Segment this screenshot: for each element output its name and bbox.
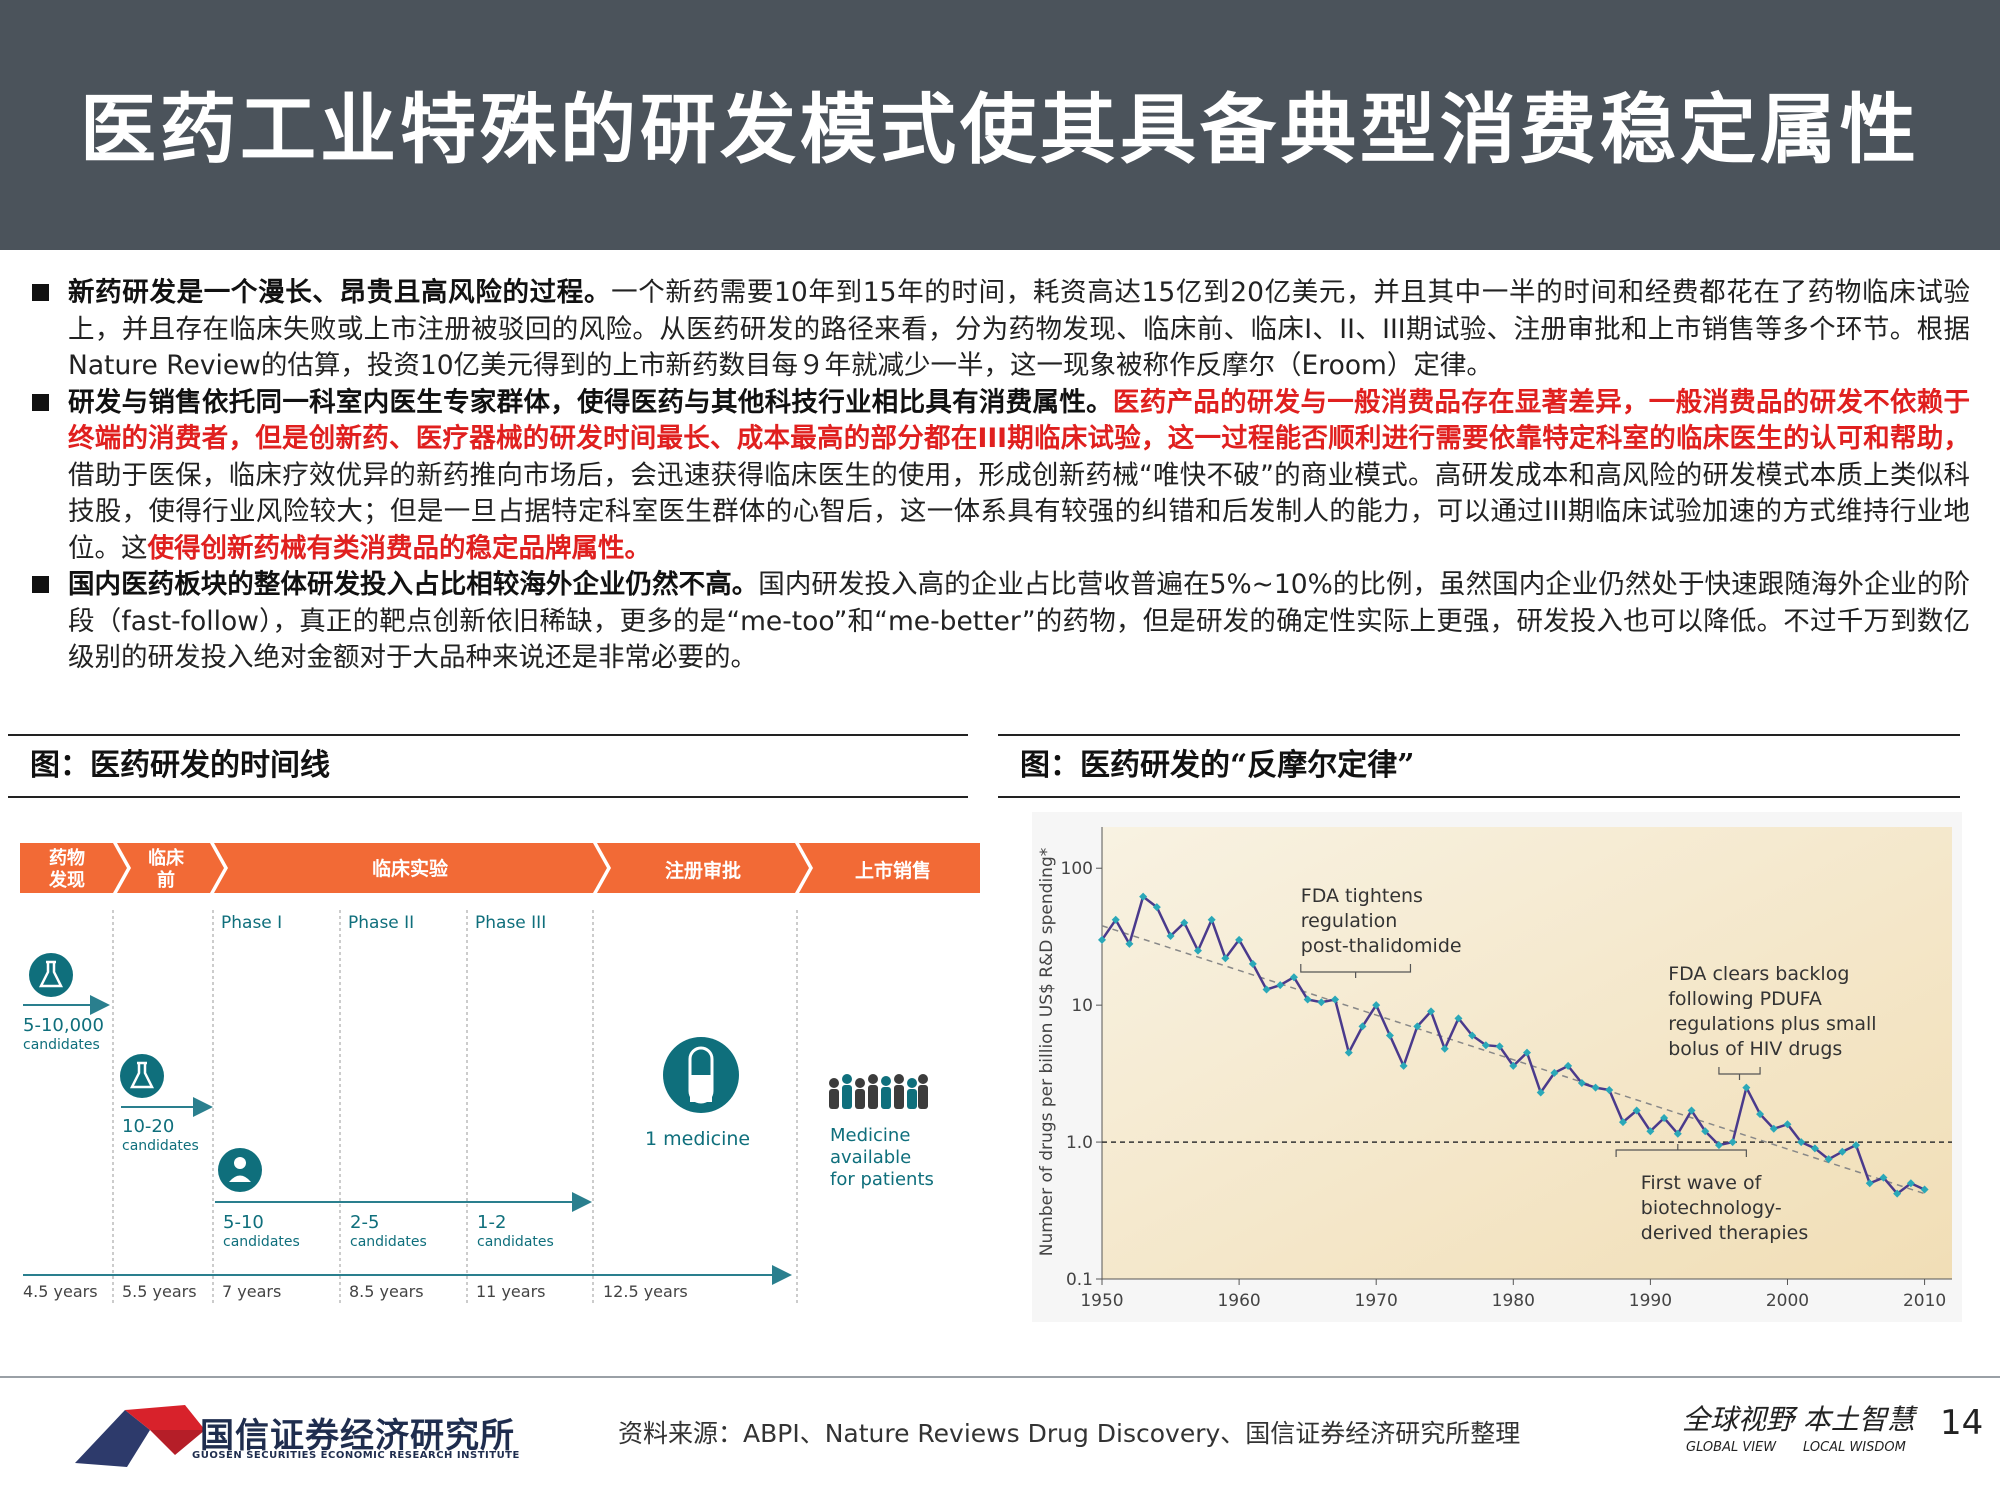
y-tick-label: 100 — [1061, 859, 1093, 879]
bullet-list: 新药研发是一个漫长、昂贵且高风险的过程。一个新药需要10年到15年的时间，耗资高… — [30, 275, 1970, 677]
figure-caption-right: 图：医药研发的“反摩尔定律” — [998, 734, 1960, 798]
bullet-square-icon — [32, 284, 49, 301]
page-number: 14 — [1940, 1403, 1984, 1443]
x-tick-label: 1950 — [1080, 1291, 1123, 1311]
patients-label: for patients — [830, 1169, 934, 1190]
bullet-item: 国内医药板块的整体研发投入占比相较海外企业仍然不高。国内研发投入高的企业占比营收… — [30, 567, 1970, 677]
caption-text: 图：医药研发的“反摩尔定律” — [1020, 748, 1415, 783]
x-tick-label: 1990 — [1629, 1291, 1672, 1311]
phase-label: Phase III — [475, 913, 546, 933]
capsule-icon — [663, 1037, 739, 1113]
count-number: 5-10 — [223, 1212, 264, 1233]
x-tick-label: 2010 — [1903, 1291, 1946, 1311]
bullet-square-icon — [32, 393, 49, 411]
bullet-lead: 研发与销售依托同一科室内医生专家群体，使得医药与其他科技行业相比具有消费属性。 — [68, 386, 1113, 418]
count-unit: candidates — [122, 1138, 199, 1154]
phase-label: Phase II — [348, 913, 414, 933]
annotation-text: First wave of — [1641, 1172, 1763, 1194]
stage-label: 注册审批 — [665, 859, 741, 882]
patients-label: Medicine — [830, 1125, 910, 1146]
x-tick-label: 1960 — [1217, 1291, 1260, 1311]
phase-label: Phase I — [221, 913, 282, 933]
annotation-text: post-thalidomide — [1301, 935, 1462, 957]
bullet-item: 新药研发是一个漫长、昂贵且高风险的过程。一个新药需要10年到15年的时间，耗资高… — [30, 275, 1970, 385]
annotation-text: following PDUFA — [1668, 988, 1822, 1010]
bullet-item: 研发与销售依托同一科室内医生专家群体，使得医药与其他科技行业相比具有消费属性。医… — [30, 385, 1970, 568]
person-icon — [218, 1148, 262, 1192]
footer-divider — [0, 1376, 2000, 1378]
patients-group-icon — [829, 1074, 928, 1109]
flask-icon — [29, 953, 73, 997]
slogan-en-local: LOCAL WISDOM — [1803, 1440, 1906, 1455]
annotation-text: biotechnology- — [1641, 1197, 1782, 1219]
annotation-text: FDA clears backlog — [1668, 963, 1849, 985]
y-axis-label: Number of drugs per billion US$ R&D spen… — [1037, 848, 1057, 1256]
year-label: 5.5 years — [122, 1282, 197, 1301]
count-unit: candidates — [223, 1234, 300, 1250]
source-note: 资料来源：ABPI、Nature Reviews Drug Discovery、… — [618, 1419, 1521, 1448]
count-unit: candidates — [477, 1234, 554, 1250]
year-label: 11 years — [476, 1282, 545, 1301]
stage-label: 药物 — [49, 847, 85, 869]
annotation-text: regulation — [1301, 910, 1398, 932]
slogan-cn: 全球视野 本土智慧 — [1682, 1403, 1915, 1436]
medicine-label: 1 medicine — [645, 1128, 750, 1150]
annotation-text: bolus of HIV drugs — [1668, 1038, 1842, 1060]
eroom-law-chart: 1950 1960 1970 1980 1990 2000 20100.11.010100 … — [1032, 812, 1962, 1322]
year-label: 4.5 years — [23, 1282, 98, 1301]
slogan-en-global: GLOBAL VIEW — [1686, 1440, 1777, 1455]
x-tick-label: 1970 — [1355, 1291, 1398, 1311]
y-tick-label: 0.1 — [1066, 1270, 1093, 1290]
x-tick-label: 1980 — [1492, 1291, 1535, 1311]
figure-caption-left: 图：医药研发的时间线 — [8, 734, 968, 798]
stage-label: 前 — [157, 869, 175, 891]
flask-icon — [120, 1054, 164, 1098]
annotation-text: FDA tightens — [1301, 885, 1423, 907]
year-label: 12.5 years — [603, 1282, 688, 1301]
bullet-lead: 新药研发是一个漫长、昂贵且高风险的过程。 — [68, 277, 612, 308]
year-label: 8.5 years — [349, 1282, 424, 1301]
count-number: 5-10,000 — [23, 1015, 104, 1036]
annotation-text: derived therapies — [1641, 1222, 1808, 1244]
stage-bar: 药物 发现 临床 前 临床实验 注册审批 上市销售 — [20, 843, 980, 893]
stage-label: 临床实验 — [372, 857, 449, 880]
stage-label: 发现 — [48, 869, 85, 891]
count-number: 2-5 — [350, 1212, 379, 1233]
bullet-square-icon — [32, 576, 49, 593]
caption-text: 图：医药研发的时间线 — [30, 748, 330, 783]
count-unit: candidates — [350, 1234, 427, 1250]
rd-timeline-figure: 药物 发现 临床 前 临床实验 注册审批 上市销售 Phase I Phase … — [20, 843, 980, 1305]
patients-label: available — [830, 1147, 911, 1168]
bullet-lead: 国内医药板块的整体研发投入占比相较海外企业仍然不高。 — [68, 569, 759, 600]
annotation-text: regulations plus small — [1668, 1013, 1876, 1035]
page-title: 医药工业特殊的研发模式使其具备典型消费稳定属性 — [80, 85, 1920, 174]
y-tick-label: 1.0 — [1066, 1133, 1093, 1153]
stage-label: 上市销售 — [855, 859, 931, 882]
title-banner: 医药工业特殊的研发模式使其具备典型消费稳定属性 — [0, 0, 2000, 250]
count-number: 10-20 — [122, 1116, 174, 1137]
count-unit: candidates — [23, 1037, 100, 1053]
bullet-highlight: 使得创新药械有类消费品的稳定品牌属性。 — [147, 532, 652, 564]
x-tick-label: 2000 — [1766, 1291, 1809, 1311]
y-tick-label: 10 — [1071, 996, 1093, 1016]
org-name-en: GUOSEN SECURITIES ECONOMIC RESEARCH INST… — [192, 1450, 520, 1461]
stage-label: 临床 — [148, 847, 185, 869]
count-number: 1-2 — [477, 1212, 506, 1233]
year-label: 7 years — [222, 1282, 281, 1301]
